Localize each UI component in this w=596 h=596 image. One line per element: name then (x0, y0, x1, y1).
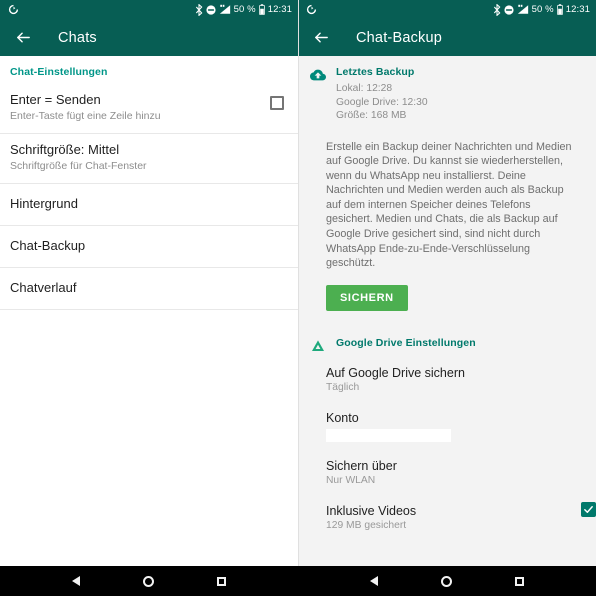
back-nav-button[interactable] (63, 568, 89, 594)
sidebar-item-wallpaper[interactable]: Hintergrund (0, 184, 298, 226)
option-subtitle-backup-over: Nur WLAN (326, 474, 376, 486)
sidebar-item-chat-history[interactable]: Chatverlauf (0, 268, 298, 310)
home-nav-button[interactable] (434, 568, 460, 594)
battery-percent-label: 50 % (531, 4, 554, 15)
page-title-chat-backup: Chat-Backup (356, 29, 443, 46)
google-drive-settings-header: Google Drive Einstellungen (336, 336, 476, 349)
chats-settings-list: Chat-Einstellungen Enter = Senden Enter-… (0, 56, 298, 566)
recents-nav-button[interactable] (209, 568, 235, 594)
option-title: Inklusive Videos (326, 503, 417, 518)
do-not-disturb-icon (504, 4, 514, 15)
recents-nav-button[interactable] (507, 568, 533, 594)
back-nav-button[interactable] (361, 568, 387, 594)
phone-screenshot: 50 % 12:31 Chats Chat-Einstellungen Ente… (0, 0, 596, 596)
clock-label: 12:31 (267, 4, 292, 15)
option-subtitle: 129 MB gesichert (326, 519, 407, 531)
status-bar-left-icons (8, 4, 19, 15)
sync-circle-icon (8, 4, 19, 15)
pref-subtitle: Enter-Taste fügt eine Zeile hinzu (10, 110, 161, 122)
android-navigation-bar (0, 566, 596, 596)
cloud-upload-icon (308, 67, 328, 87)
option-backup-to-google-drive[interactable]: Auf Google Drive sichern Täglich (326, 359, 596, 400)
backup-button-wrapper: SICHERN (326, 284, 596, 311)
sync-circle-icon (306, 4, 317, 15)
option-include-videos[interactable]: Inklusive Videos 129 MB gesichert (326, 493, 596, 538)
section-header-chat-einstellungen: Chat-Einstellungen (10, 66, 108, 78)
battery-icon (258, 4, 265, 15)
battery-percent-label: 50 % (233, 4, 256, 15)
last-backup-drive: Google Drive: 12:30 (336, 96, 428, 108)
backup-now-button[interactable]: SICHERN (326, 284, 408, 311)
option-title: Konto (326, 410, 359, 425)
status-bar-right-right-icons: 50 % 12:31 (493, 0, 590, 19)
left-screen-chats: 50 % 12:31 Chats Chat-Einstellungen Ente… (0, 0, 298, 566)
google-drive-icon (308, 338, 328, 358)
chat-backup-content: Letztes Backup Lokal: 12:28 Google Drive… (298, 56, 596, 566)
backup-description-text: Erstelle ein Backup deiner Nachrichten u… (326, 140, 572, 270)
google-drive-settings-body: Google Drive Einstellungen (336, 337, 582, 349)
last-backup-block: Letztes Backup Lokal: 12:28 Google Drive… (298, 56, 596, 129)
app-bar-left: Chats (0, 19, 298, 56)
status-bar-left: 50 % 12:31 (0, 0, 298, 19)
page-title-chats: Chats (58, 29, 97, 46)
option-backup-over[interactable]: Sichern über Nur WLAN (326, 447, 596, 493)
pref-subtitle: Schriftgröße für Chat-Fenster (10, 160, 147, 172)
status-bar-right-icons: 50 % 12:31 (195, 0, 292, 19)
pref-title: Schriftgröße: Mittel (10, 142, 120, 157)
google-drive-settings-block: Google Drive Einstellungen (298, 327, 596, 359)
app-bar-right: Chat-Backup (298, 19, 596, 56)
pref-title: Hintergrund (10, 196, 78, 211)
account-value-redacted-field[interactable] (326, 428, 451, 442)
last-backup-local: Lokal: 12:28 (336, 83, 393, 94)
arrow-back-icon[interactable] (310, 27, 332, 49)
bluetooth-icon (493, 3, 501, 16)
dual-pane-container: 50 % 12:31 Chats Chat-Einstellungen Ente… (0, 0, 596, 566)
last-backup-header: Letztes Backup (336, 66, 415, 78)
status-bar-right: 50 % 12:31 (298, 0, 596, 19)
option-subtitle: Täglich (326, 381, 360, 393)
pref-title: Chatverlauf (10, 280, 77, 295)
last-backup-size: Größe: 168 MB (336, 110, 407, 121)
pane-divider (298, 0, 299, 566)
sidebar-item-enter-is-send[interactable]: Enter = Senden Enter-Taste fügt eine Zei… (0, 84, 298, 134)
status-bar-right-left-icons (306, 4, 317, 15)
right-screen-chat-backup: 50 % 12:31 Chat-Backup Letztes Backup Lo… (298, 0, 596, 566)
arrow-back-icon[interactable] (12, 27, 34, 49)
option-title: Sichern über (326, 458, 397, 473)
nav-group-left (0, 566, 298, 596)
nav-group-right (298, 566, 596, 596)
clock-label: 12:31 (565, 4, 590, 15)
include-videos-checkbox[interactable] (581, 501, 596, 517)
enter-is-send-checkbox[interactable] (270, 96, 284, 110)
sidebar-item-font-size[interactable]: Schriftgröße: Mittel Schriftgröße für Ch… (0, 134, 298, 184)
sidebar-item-chat-backup[interactable]: Chat-Backup (0, 226, 298, 268)
battery-icon (556, 4, 563, 15)
bluetooth-icon (195, 3, 203, 16)
signal-bars-icon (517, 4, 529, 15)
option-title: Auf Google Drive sichern (326, 365, 465, 380)
last-backup-body: Letztes Backup Lokal: 12:28 Google Drive… (336, 66, 582, 123)
signal-bars-icon (219, 4, 231, 15)
do-not-disturb-icon (206, 4, 216, 15)
option-account[interactable]: Konto (326, 400, 596, 447)
pref-title: Enter = Senden (10, 92, 101, 107)
home-nav-button[interactable] (136, 568, 162, 594)
pref-title: Chat-Backup (10, 238, 86, 253)
